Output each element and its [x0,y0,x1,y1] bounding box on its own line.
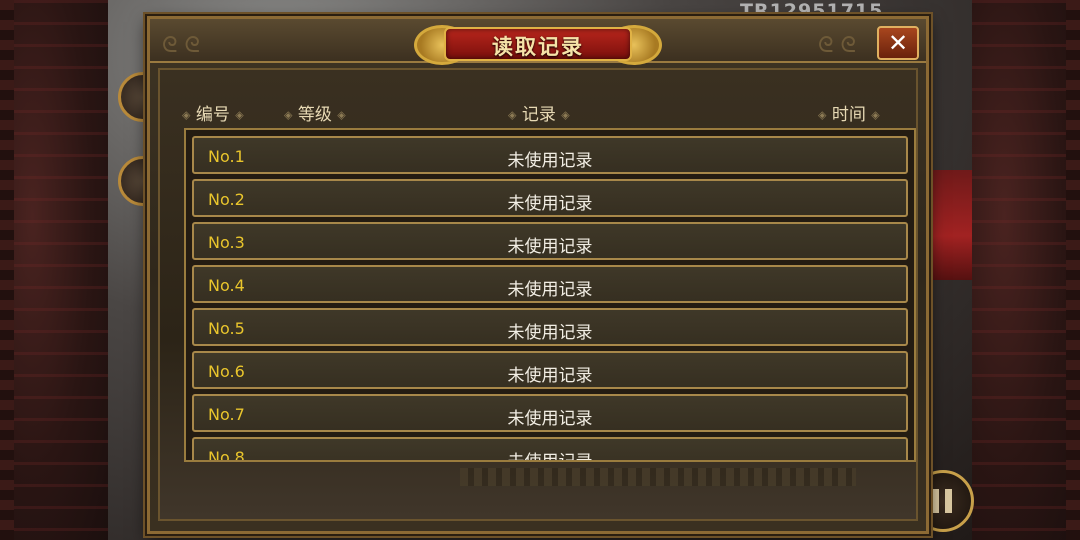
right-side-panel [971,0,1080,540]
column-header-record: ◈ 记录 ◈ [508,105,570,125]
record-row[interactable]: No.3 未使用记录 [192,222,908,260]
column-header-level: ◈ 等级 ◈ [284,105,346,125]
record-row[interactable]: No.7 未使用记录 [192,394,908,432]
close-button[interactable]: ✕ [877,26,919,60]
record-status: 未使用记录 [507,237,593,257]
record-status: 未使用记录 [507,366,593,386]
record-status: 未使用记录 [507,194,593,214]
background-banner [928,170,972,280]
record-status: 未使用记录 [507,280,593,300]
dialog-header: ᘓ ᘓ ᘓ ᘓ 读取记录 ✕ [150,19,926,65]
column-header-time: ◈ 时间 ◈ [818,105,880,125]
record-status: 未使用记录 [507,452,593,462]
record-list[interactable]: No.1 未使用记录 No.2 未使用记录 No.3 未使用记录 No.4 未使… [184,128,916,462]
record-status: 未使用记录 [507,409,593,429]
record-row[interactable]: No.2 未使用记录 [192,179,908,217]
record-status: 未使用记录 [507,323,593,343]
load-record-dialog: ᘓ ᘓ ᘓ ᘓ 读取记录 ✕ ◈ 编号 ◈ ◈ 等级 ◈ ◈ 记录 ◈ ◈ 时间… [147,16,929,534]
dialog-title: 读取记录 [492,35,584,59]
bottom-ornament [460,468,856,486]
title-plate: 读取记录 [414,23,662,65]
column-header-id: ◈ 编号 ◈ [182,105,244,125]
dialog-body: ◈ 编号 ◈ ◈ 等级 ◈ ◈ 记录 ◈ ◈ 时间 ◈ No.1 未使用记录 N… [158,68,918,521]
record-status: 未使用记录 [507,151,593,171]
swirl-ornament-icon: ᘓ ᘓ [818,33,856,58]
record-row[interactable]: No.8 未使用记录 [192,437,908,462]
close-icon: ✕ [887,29,909,57]
record-row[interactable]: No.4 未使用记录 [192,265,908,303]
swirl-ornament-icon: ᘓ ᘓ [162,33,200,58]
record-row[interactable]: No.1 未使用记录 [192,136,908,174]
record-row[interactable]: No.6 未使用记录 [192,351,908,389]
left-side-panel [0,0,109,540]
record-row[interactable]: No.5 未使用记录 [192,308,908,346]
